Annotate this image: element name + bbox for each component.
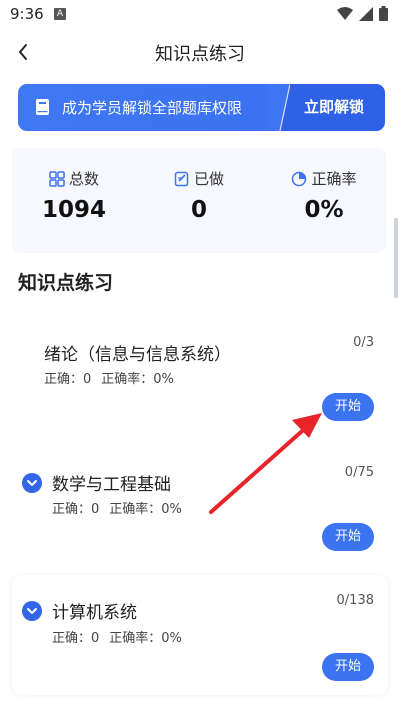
topic-count: 0/138 [336,593,374,608]
stat-label: 总数 [68,170,99,188]
stat-label: 已做 [193,170,224,188]
book-icon [36,99,49,115]
topic-card[interactable]: 绪论（信息与信息系统） 0/3 正确：0 正确率：0% 开始 [12,313,388,428]
correct-rate: 正确率：0% [109,631,182,646]
battery-icon [379,6,388,21]
chevron-down-icon [27,480,37,486]
status-bar: 9:36 A [0,0,400,28]
pie-icon [292,171,307,186]
topic-name: 计算机系统 [52,603,137,623]
topic-name: 数学与工程基础 [52,475,171,495]
main-content: 成为学员解锁全部题库权限 立即解锁 总数 1094 已做 0 正确率 0% 知识… [0,78,400,710]
notification-icon: A [54,8,66,20]
correct-rate: 正确率：0% [109,502,182,517]
topic-stats: 正确：0 正确率：0% [44,368,174,387]
status-icons [337,6,388,21]
start-button[interactable]: 开始 [322,653,374,681]
unlock-banner[interactable]: 成为学员解锁全部题库权限 立即解锁 [18,84,385,131]
stat-total: 总数 1094 [12,148,136,253]
stat-value: 1094 [41,197,106,223]
correct-count: 正确：0 [52,502,100,517]
scrollbar[interactable] [394,218,398,298]
stat-accuracy: 正确率 0% [262,148,386,253]
expand-button[interactable] [22,601,42,621]
wifi-icon [337,6,353,20]
topic-count: 0/75 [344,465,374,480]
correct-count: 正确：0 [44,372,92,387]
topic-card[interactable]: 计算机系统 0/138 正确：0 正确率：0% 开始 [12,575,388,695]
correct-rate: 正确率：0% [101,372,174,387]
stats-card: 总数 1094 已做 0 正确率 0% [12,148,386,253]
stat-value: 0% [304,197,344,223]
page-title: 知识点练习 [155,44,245,65]
section-title: 知识点练习 [18,272,114,294]
stat-value: 0 [190,197,207,223]
topic-count: 0/3 [353,335,374,350]
topic-stats: 正确：0 正确率：0% [52,627,182,646]
signal-icon [359,6,373,21]
stat-label: 正确率 [311,170,357,188]
start-button[interactable]: 开始 [322,393,374,421]
grid-icon [49,170,65,187]
unlock-button[interactable]: 立即解锁 [283,84,385,131]
topic-name: 绪论（信息与信息系统） [44,345,231,365]
topic-stats: 正确：0 正确率：0% [52,498,182,517]
banner-text: 成为学员解锁全部题库权限 [62,99,243,117]
topic-card[interactable]: 数学与工程基础 0/75 正确：0 正确率：0% 开始 [12,445,388,560]
start-button[interactable]: 开始 [322,523,374,551]
nav-bar: 知识点练习 [0,28,400,78]
correct-count: 正确：0 [52,631,100,646]
stat-done: 已做 0 [137,148,261,253]
expand-button[interactable] [22,473,42,493]
status-time: 9:36 [10,5,44,23]
chevron-down-icon [27,608,37,614]
edit-icon [174,171,189,186]
